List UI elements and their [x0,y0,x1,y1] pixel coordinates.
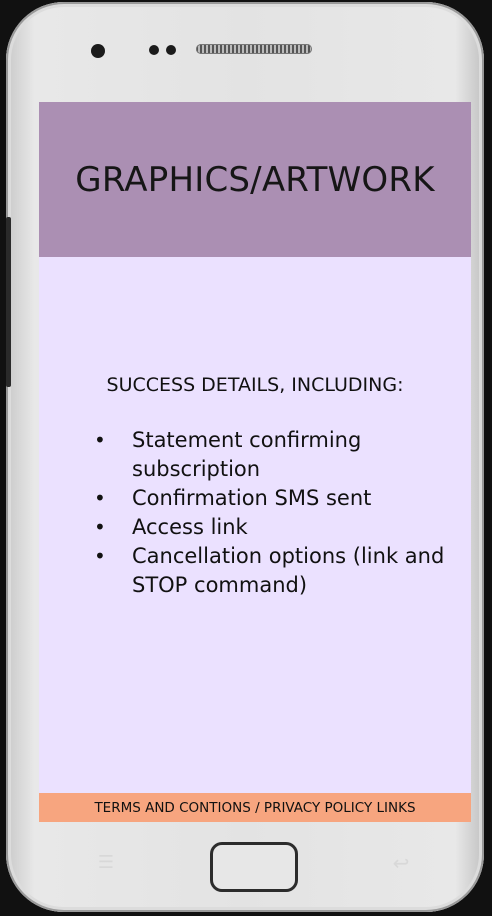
proximity-sensor-icon [149,45,159,55]
details-list: • Statement confirming subscription • Co… [39,426,471,600]
side-volume-button[interactable] [6,217,11,387]
list-item: • Cancellation options (link and STOP co… [39,542,471,600]
footer-links-text[interactable]: TERMS AND CONTIONS / PRIVACY POLICY LINK… [94,800,415,816]
list-item-text: Cancellation options (link and STOP comm… [132,544,445,597]
header-title: GRAPHICS/ARTWORK [75,159,435,200]
list-item: • Access link [39,513,471,542]
light-sensor-icon [166,45,176,55]
success-details: SUCCESS DETAILS, INCLUDING: • Statement … [39,374,471,600]
footer-links-bar[interactable]: TERMS AND CONTIONS / PRIVACY POLICY LINK… [39,793,471,822]
bullet-icon: • [94,486,106,510]
speaker-grille-icon [196,44,312,54]
bullet-icon: • [94,515,106,539]
list-item-text: Access link [132,515,248,539]
camera-icon [91,44,105,58]
back-key-icon[interactable]: ↩ [388,852,414,874]
bullet-icon: • [94,428,106,452]
details-heading: SUCCESS DETAILS, INCLUDING: [106,374,404,396]
menu-key-icon[interactable]: ☰ [94,854,118,872]
list-item: • Statement confirming subscription [39,426,471,484]
list-item-text: Confirmation SMS sent [132,486,372,510]
list-item: • Confirmation SMS sent [39,484,471,513]
list-item-text: Statement confirming subscription [132,428,362,481]
home-button[interactable] [210,842,298,892]
graphics-header: GRAPHICS/ARTWORK [39,102,471,257]
bullet-icon: • [94,544,106,568]
phone-screen: GRAPHICS/ARTWORK SUCCESS DETAILS, INCLUD… [39,102,471,822]
phone-frame: GRAPHICS/ARTWORK SUCCESS DETAILS, INCLUD… [6,2,484,912]
